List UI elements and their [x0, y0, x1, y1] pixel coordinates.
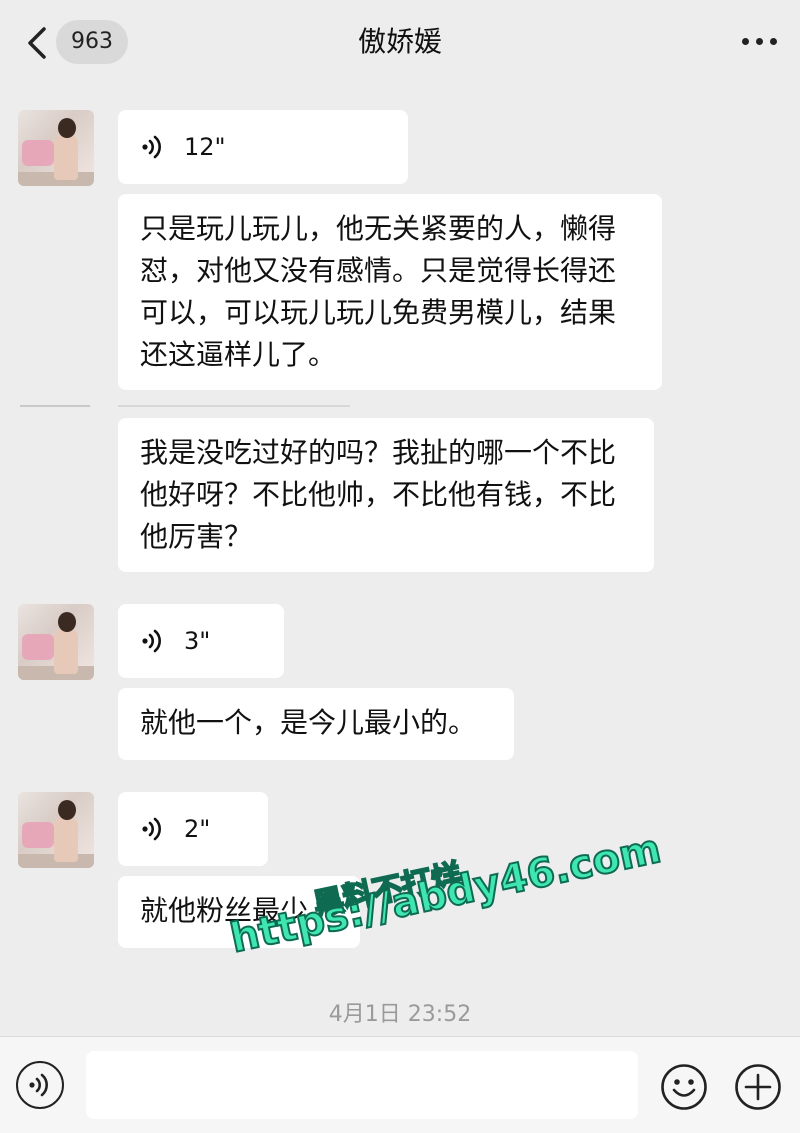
voice-message[interactable]: 3": [118, 604, 284, 678]
voice-wave-icon: [142, 135, 161, 159]
voice-duration: 3": [184, 627, 211, 655]
voice-message[interactable]: 2": [118, 792, 268, 866]
plus-icon[interactable]: [734, 1063, 782, 1111]
message-bubble: 只是玩儿玩儿，他无关紧要的人，懒得怼，对他又没有感情。只是觉得长得还可以，可以玩…: [118, 194, 662, 390]
voice-wave-icon: [142, 817, 161, 841]
message-timestamp: 4月1日 23:52: [328, 1002, 472, 1027]
more-dots-icon[interactable]: [742, 36, 778, 48]
message-bubble: 就他一个，是今儿最小的。: [118, 688, 514, 760]
avatar[interactable]: [18, 110, 94, 186]
voice-message[interactable]: 12": [118, 110, 408, 184]
message-bubble: 我是没吃过好的吗？我扯的哪一个不比他好呀？不比他帅，不比他有钱，不比他厉害？: [118, 418, 654, 572]
avatar[interactable]: [18, 792, 94, 868]
avatar[interactable]: [18, 604, 94, 680]
divider: [20, 405, 90, 407]
emoji-icon[interactable]: [660, 1063, 708, 1111]
voice-duration: 12": [184, 133, 226, 161]
voice-mode-icon[interactable]: [16, 1061, 64, 1109]
chat-title: 傲娇媛: [357, 25, 442, 58]
message-input[interactable]: [86, 1051, 638, 1119]
chat-header: 963 傲娇媛: [0, 0, 800, 86]
input-bar: [0, 1036, 800, 1133]
divider: [118, 405, 350, 407]
voice-duration: 2": [184, 815, 211, 843]
voice-wave-icon: [142, 629, 161, 653]
